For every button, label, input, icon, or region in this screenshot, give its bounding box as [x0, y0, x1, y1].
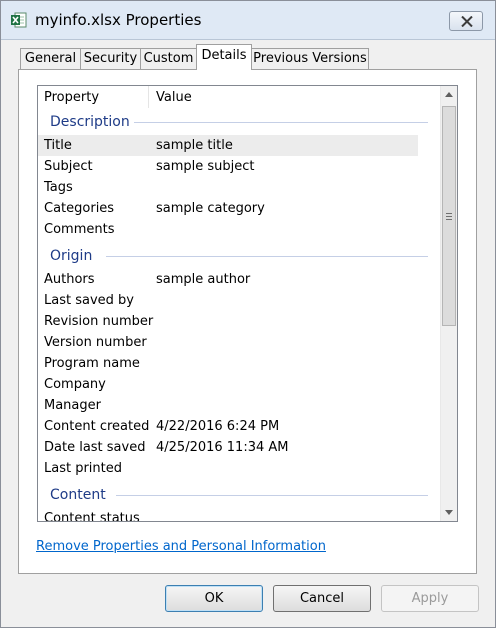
scroll-down-button[interactable] [441, 504, 457, 521]
property-column-header[interactable]: Property [38, 86, 149, 108]
details-list-content: Property Value Description Title sample … [38, 86, 440, 521]
excel-file-icon [11, 12, 27, 28]
property-row-content-status[interactable]: Content status [38, 508, 418, 521]
property-value[interactable]: sample subject [156, 156, 255, 177]
tab-security[interactable]: Security [80, 48, 141, 69]
property-name: Subject [44, 159, 93, 174]
properties-dialog: myinfo.xlsx Properties General Security … [0, 0, 496, 628]
property-name: Content created [44, 419, 150, 434]
property-row-revision-number[interactable]: Revision number [38, 311, 418, 332]
property-name: Company [44, 377, 106, 392]
tab-custom[interactable]: Custom [140, 48, 197, 69]
property-row-categories[interactable]: Categories sample category [38, 198, 418, 219]
ok-button[interactable]: OK [165, 585, 263, 612]
property-name: Revision number [44, 314, 154, 329]
property-name: Categories [44, 201, 115, 216]
property-row-last-printed[interactable]: Last printed [38, 458, 418, 479]
group-divider [116, 495, 428, 496]
property-row-program-name[interactable]: Program name [38, 353, 418, 374]
property-name: Tags [44, 180, 73, 195]
tab-previous-versions[interactable]: Previous Versions [251, 48, 369, 69]
property-name: Version number [44, 335, 147, 350]
group-content: Content [38, 484, 428, 506]
property-row-title[interactable]: Title sample title [38, 135, 418, 156]
value-column-header[interactable]: Value [149, 86, 440, 108]
group-divider [106, 256, 428, 257]
chevron-down-icon [445, 510, 453, 515]
scroll-up-button[interactable] [441, 86, 457, 103]
property-row-tags[interactable]: Tags [38, 177, 418, 198]
group-description: Description [38, 111, 428, 133]
group-header: Content [50, 484, 112, 506]
property-row-version-number[interactable]: Version number [38, 332, 418, 353]
vertical-scrollbar[interactable] [440, 86, 457, 521]
column-header: Property Value [38, 86, 440, 109]
property-name: Authors [44, 272, 95, 287]
close-button[interactable] [449, 11, 483, 31]
group-header: Origin [50, 245, 99, 267]
property-row-subject[interactable]: Subject sample subject [38, 156, 418, 177]
property-row-authors[interactable]: Authors sample author [38, 269, 418, 290]
property-value[interactable]: sample category [156, 198, 265, 219]
property-value[interactable]: 4/25/2016 11:34 AM [156, 437, 289, 458]
property-value[interactable]: sample author [156, 269, 250, 290]
remove-properties-link[interactable]: Remove Properties and Personal Informati… [36, 539, 326, 554]
property-name: Date last saved [44, 440, 146, 455]
close-icon [461, 16, 473, 27]
property-name: Last printed [44, 461, 123, 476]
cancel-button[interactable]: Cancel [273, 585, 371, 612]
title-bar[interactable]: myinfo.xlsx Properties [1, 1, 495, 40]
property-name: Program name [44, 356, 140, 371]
group-origin: Origin [38, 245, 428, 267]
details-list[interactable]: Property Value Description Title sample … [37, 85, 458, 522]
property-name: Comments [44, 222, 115, 237]
property-name: Last saved by [44, 293, 134, 308]
property-name: Manager [44, 398, 101, 413]
chevron-up-icon [445, 92, 453, 97]
scroll-thumb[interactable] [442, 106, 456, 326]
property-row-last-saved-by[interactable]: Last saved by [38, 290, 418, 311]
group-header: Description [50, 111, 136, 133]
property-name: Content status [44, 511, 140, 521]
property-value[interactable]: sample title [156, 135, 233, 156]
property-name: Title [44, 138, 72, 153]
property-row-content-created[interactable]: Content created 4/22/2016 6:24 PM [38, 416, 418, 437]
property-row-company[interactable]: Company [38, 374, 418, 395]
details-panel: Property Value Description Title sample … [18, 69, 477, 574]
apply-button[interactable]: Apply [381, 585, 479, 612]
tab-general[interactable]: General [20, 48, 81, 69]
property-value[interactable]: 4/22/2016 6:24 PM [156, 416, 279, 437]
group-divider [134, 122, 428, 123]
tab-details[interactable]: Details [196, 44, 252, 70]
property-row-manager[interactable]: Manager [38, 395, 418, 416]
property-row-comments[interactable]: Comments [38, 219, 418, 240]
window-title: myinfo.xlsx Properties [35, 11, 202, 29]
grip-icon [446, 213, 452, 220]
property-row-date-last-saved[interactable]: Date last saved 4/25/2016 11:34 AM [38, 437, 418, 458]
